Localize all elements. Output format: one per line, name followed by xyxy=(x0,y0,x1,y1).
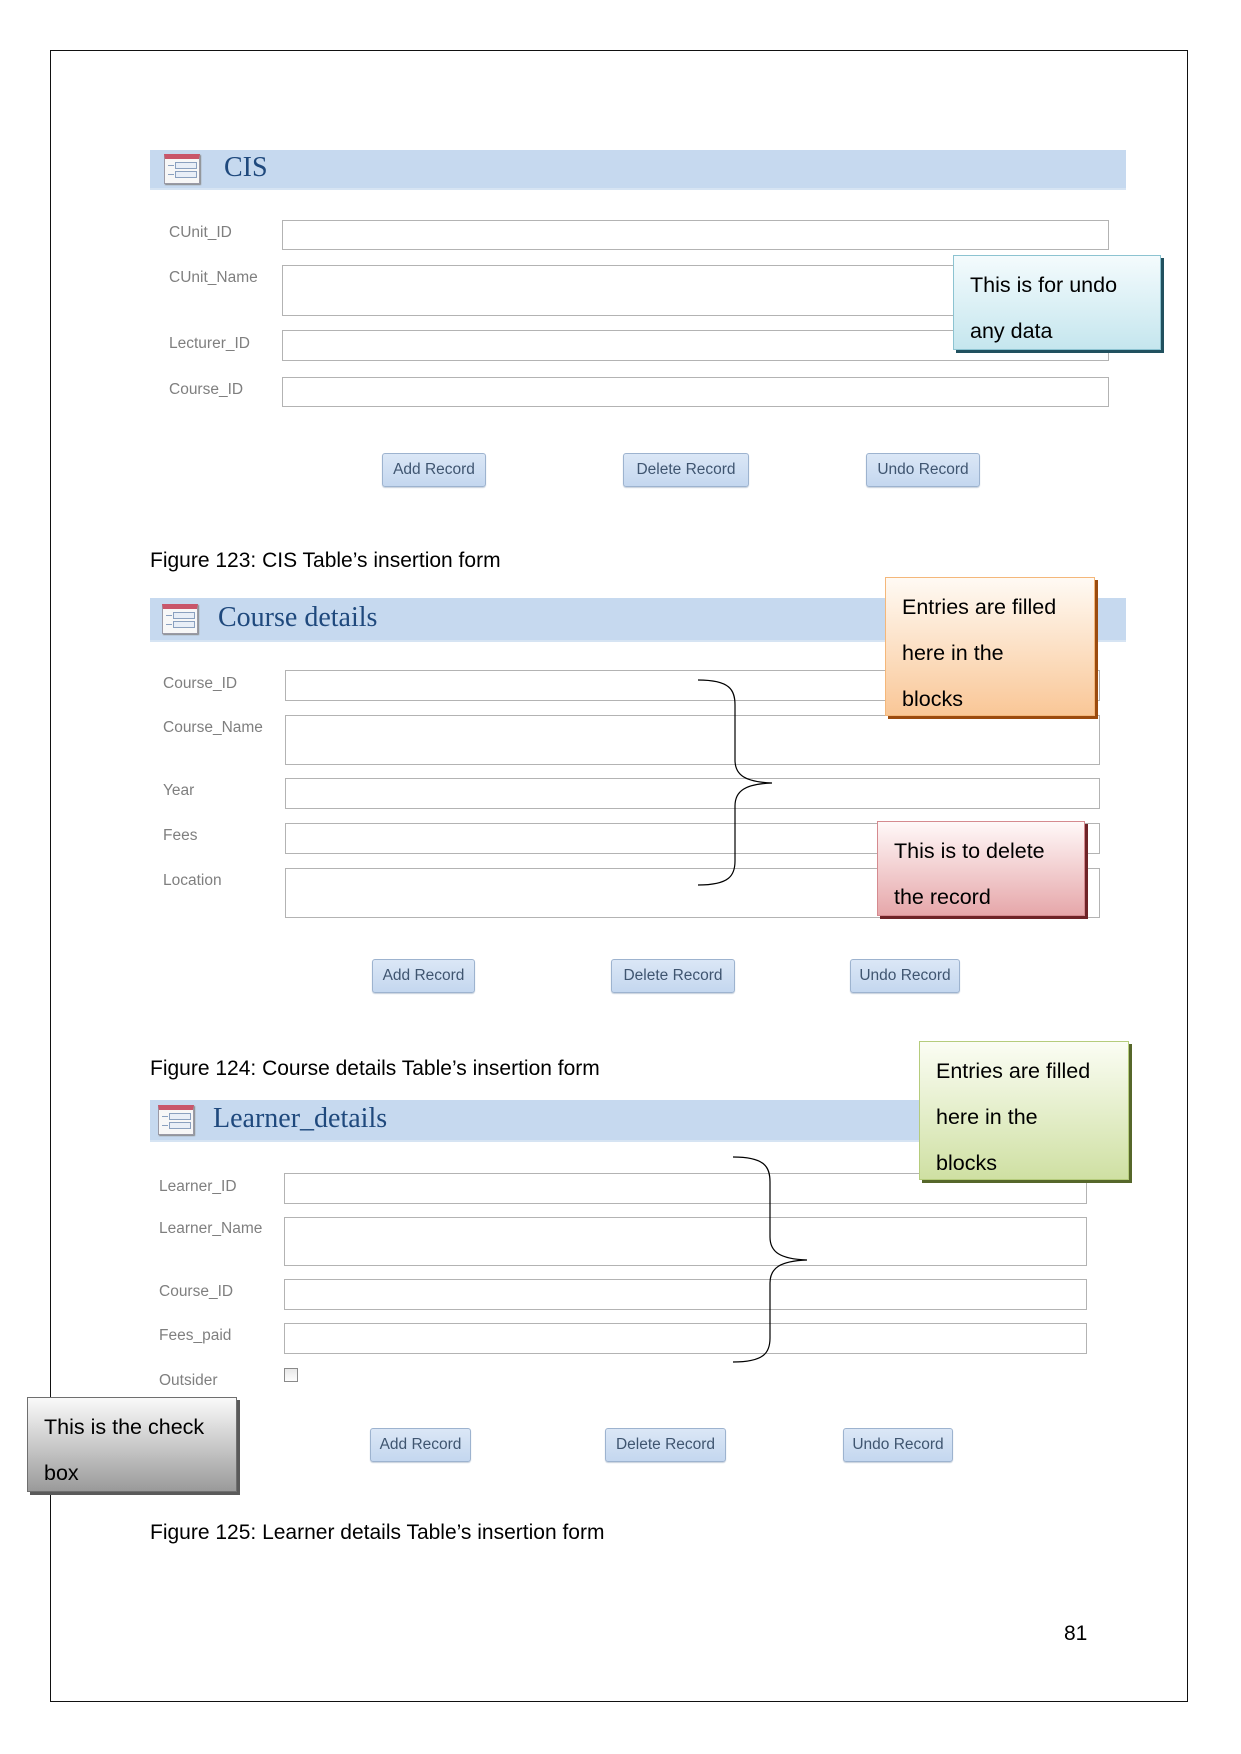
undo-record-button[interactable]: Undo Record xyxy=(866,453,980,487)
callout-word: check xyxy=(148,1415,205,1439)
form-title: Course details xyxy=(218,602,378,633)
cunit-id-input[interactable] xyxy=(282,220,1109,250)
callout-word: in xyxy=(985,1105,1002,1129)
field-label: CUnit_ID xyxy=(169,224,232,241)
field-label: Course_ID xyxy=(169,381,244,398)
page-number: 81 xyxy=(1064,1622,1088,1645)
callout-word: delete xyxy=(986,839,1045,863)
field-label: Fees_paid xyxy=(159,1327,232,1344)
callout-word: to xyxy=(962,839,981,863)
figure-caption: Figure 125: Learner details Table’s inse… xyxy=(150,1521,605,1544)
callout-word: This xyxy=(894,839,935,863)
add-record-button[interactable]: Add Record xyxy=(382,453,486,487)
callout-word: the xyxy=(1007,1105,1038,1129)
field-label: Learner_Name xyxy=(159,1220,263,1237)
checkbox-callout: This is the check box xyxy=(27,1397,237,1492)
callout-word: Entries xyxy=(902,595,969,619)
callout-text: box xyxy=(44,1461,79,1485)
delete-record-button[interactable]: Delete Record xyxy=(623,453,749,487)
form-title: Learner_details xyxy=(213,1103,388,1134)
callout-word: This xyxy=(44,1415,85,1439)
callout-word: the xyxy=(112,1415,143,1439)
callout-word: is xyxy=(90,1415,107,1439)
callout-word: This xyxy=(970,273,1011,297)
field-label: Year xyxy=(163,782,195,799)
callout-word: undo xyxy=(1069,273,1118,297)
field-label: Lecturer_ID xyxy=(169,335,250,352)
callout-word: here xyxy=(902,641,946,665)
course-id-input[interactable] xyxy=(284,1279,1087,1310)
curly-brace-icon xyxy=(697,679,773,886)
form-icon xyxy=(164,154,200,184)
form-icon xyxy=(158,1105,194,1135)
delete-callout: This is to delete the record xyxy=(877,821,1085,916)
field-label: Outsider xyxy=(159,1372,218,1389)
learner-name-input[interactable] xyxy=(284,1217,1087,1266)
undo-record-button[interactable]: Undo Record xyxy=(850,959,960,993)
callout-word: filled xyxy=(1011,595,1057,619)
field-label: CUnit_Name xyxy=(169,269,258,286)
course-id-input[interactable] xyxy=(282,377,1109,407)
entries-callout: Entries are filled here in the blocks xyxy=(885,577,1095,716)
callout-text: blocks xyxy=(936,1151,997,1175)
form-header: CIS xyxy=(150,150,1126,190)
callout-word: are xyxy=(1008,1059,1040,1083)
callout-word: for xyxy=(1038,273,1064,297)
callout-word: filled xyxy=(1045,1059,1091,1083)
undo-callout: This is for undo any data xyxy=(953,255,1161,350)
add-record-button[interactable]: Add Record xyxy=(372,959,475,993)
callout-word: are xyxy=(974,595,1006,619)
outsider-checkbox[interactable] xyxy=(284,1368,298,1382)
delete-record-button[interactable]: Delete Record xyxy=(611,959,735,993)
callout-text: blocks xyxy=(902,687,963,711)
fees-paid-input[interactable] xyxy=(284,1323,1087,1354)
callout-word: is xyxy=(1016,273,1033,297)
callout-word: Entries xyxy=(936,1059,1003,1083)
form-title: CIS xyxy=(224,152,268,183)
callout-text: the record xyxy=(894,885,991,909)
add-record-button[interactable]: Add Record xyxy=(370,1428,471,1462)
callout-word: is xyxy=(940,839,957,863)
field-label: Course_ID xyxy=(159,1283,234,1300)
callout-text: any data xyxy=(970,319,1053,343)
field-label: Course_Name xyxy=(163,719,263,736)
delete-record-button[interactable]: Delete Record xyxy=(605,1428,726,1462)
field-label: Learner_ID xyxy=(159,1178,237,1195)
entries-callout: Entries are filled here in the blocks xyxy=(919,1041,1129,1180)
form-icon xyxy=(162,604,198,634)
field-label: Course_ID xyxy=(163,675,238,692)
callout-word: in xyxy=(951,641,968,665)
undo-record-button[interactable]: Undo Record xyxy=(843,1428,953,1462)
callout-word: the xyxy=(973,641,1004,665)
figure-caption: Figure 123: CIS Table’s insertion form xyxy=(150,549,501,572)
field-label: Location xyxy=(163,872,222,889)
callout-word: here xyxy=(936,1105,980,1129)
curly-brace-icon xyxy=(732,1156,808,1363)
figure-caption: Figure 124: Course details Table’s inser… xyxy=(150,1057,600,1080)
field-label: Fees xyxy=(163,827,198,844)
